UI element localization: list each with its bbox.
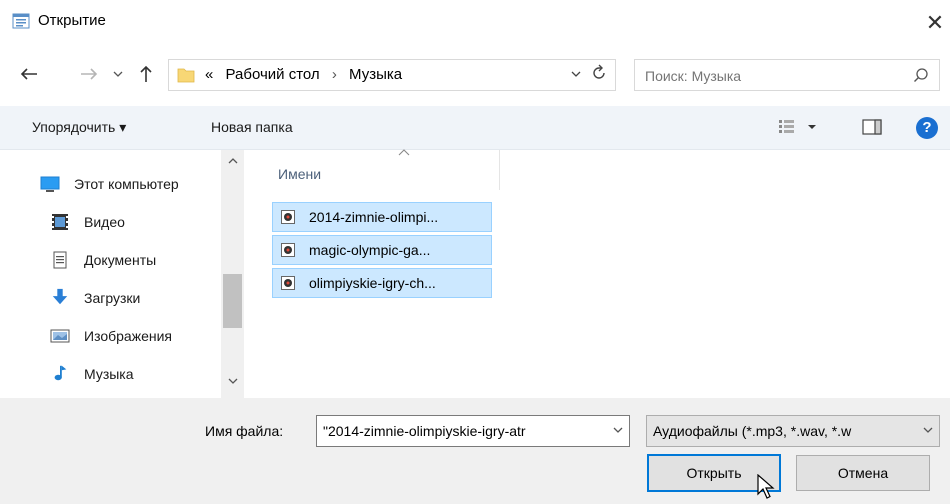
up-button[interactable] (134, 60, 158, 88)
help-button[interactable]: ? (916, 117, 938, 139)
chevron-down-icon (613, 427, 623, 433)
refresh-button[interactable] (591, 64, 607, 87)
recent-locations-button[interactable] (110, 60, 126, 88)
breadcrumb-overflow[interactable]: « (205, 66, 213, 83)
cancel-button[interactable]: Отмена (796, 455, 930, 491)
computer-icon (40, 176, 60, 192)
sidebar-item-music[interactable]: Музыка (0, 356, 220, 392)
navigation-scrollbar[interactable] (221, 150, 244, 398)
documents-icon (53, 251, 67, 269)
dialog-footer: Имя файла: "2014-zimnie-olimpiyskie-igry… (0, 398, 950, 504)
audio-file-icon (281, 276, 295, 290)
file-name: magic-olympic-ga... (309, 242, 431, 258)
music-icon (54, 365, 67, 381)
filetype-select[interactable]: Аудиофайлы (*.mp3, *.wav, *.w (646, 415, 940, 447)
audio-file-icon (281, 210, 295, 224)
scroll-down-button[interactable] (221, 374, 244, 394)
file-item[interactable]: olimpiyskie-igry-ch... (272, 268, 492, 298)
file-name: 2014-zimnie-olimpi... (309, 209, 439, 225)
search-box[interactable] (634, 59, 940, 91)
filename-input[interactable]: "2014-zimnie-olimpiyskie-igry-atr (323, 423, 603, 439)
images-icon (50, 329, 70, 343)
file-item[interactable]: magic-olympic-ga... (272, 235, 492, 265)
cancel-button-label: Отмена (837, 465, 889, 481)
command-bar: Упорядочить ▾ Новая папка ? (0, 106, 950, 150)
window-title: Открытие (38, 12, 106, 29)
chevron-down-icon (923, 427, 933, 433)
chevron-up-icon (228, 158, 237, 164)
organize-button[interactable]: Упорядочить ▾ (32, 119, 126, 136)
scroll-thumb[interactable] (223, 274, 242, 328)
filetype-dropdown-button[interactable] (923, 423, 933, 437)
mouse-pointer-icon (757, 474, 775, 499)
filename-dropdown-button[interactable] (613, 423, 623, 437)
sort-ascending-icon (398, 148, 410, 160)
sidebar-item-video[interactable]: Видео (0, 204, 220, 240)
folder-icon (177, 68, 195, 83)
sidebar-item-label: Видео (84, 214, 125, 230)
view-options-button[interactable] (778, 118, 820, 139)
breadcrumb-music[interactable]: Музыка (349, 66, 402, 83)
video-icon (52, 214, 68, 230)
column-header-label: Имени (278, 166, 322, 182)
arrow-right-icon (81, 68, 98, 80)
scroll-up-button[interactable] (221, 154, 244, 174)
sidebar-item-documents[interactable]: Документы (0, 242, 220, 278)
filetype-value: Аудиофайлы (*.mp3, *.wav, *.w (653, 423, 852, 439)
sidebar-item-label: Изображения (84, 328, 172, 344)
sidebar-item-images[interactable]: Изображения (0, 318, 220, 354)
preview-pane-button[interactable] (862, 118, 882, 139)
navigation-pane: Этот компьютер Видео Документы Загрузки … (0, 150, 244, 398)
arrow-up-icon (140, 65, 152, 82)
title-bar: Открытие ✕ (0, 0, 950, 46)
search-icon (914, 68, 928, 82)
filename-label: Имя файла: (205, 423, 284, 439)
back-button[interactable] (16, 60, 42, 88)
file-name: olimpiyskie-igry-ch... (309, 275, 436, 291)
address-dropdown-button[interactable] (571, 66, 581, 81)
sidebar-item-label: Музыка (84, 366, 134, 382)
navigation-row: « Рабочий стол › Музыка (0, 52, 950, 98)
file-list: Имени 2014-zimnie-olimpi... magic-olympi… (244, 148, 950, 398)
audio-file-icon (281, 243, 295, 257)
close-icon: ✕ (925, 10, 945, 35)
breadcrumb: « Рабочий стол › Музыка (205, 66, 402, 83)
sidebar-item-label: Загрузки (84, 290, 141, 306)
search-input[interactable] (645, 66, 895, 86)
forward-button[interactable] (76, 60, 102, 88)
preview-pane-icon (862, 119, 882, 135)
address-bar[interactable]: « Рабочий стол › Музыка (168, 59, 616, 91)
chevron-down-icon (571, 71, 581, 77)
chevron-down-icon (228, 378, 237, 384)
filename-combobox[interactable]: "2014-zimnie-olimpiyskie-igry-atr (316, 415, 630, 447)
sidebar-item-label: Документы (84, 252, 157, 268)
file-item[interactable]: 2014-zimnie-olimpi... (272, 202, 492, 232)
column-header-name[interactable]: Имени (270, 148, 500, 190)
close-button[interactable]: ✕ (920, 0, 950, 46)
downloads-icon (52, 288, 68, 305)
open-dialog-icon (12, 13, 30, 29)
view-grid-icon (779, 120, 816, 133)
new-folder-button[interactable]: Новая папка (211, 119, 293, 135)
chevron-down-icon (113, 71, 123, 77)
sidebar-item-this-pc[interactable]: Этот компьютер (0, 166, 220, 202)
sidebar-item-label: Этот компьютер (74, 176, 179, 192)
breadcrumb-separator[interactable]: › (332, 66, 337, 83)
sidebar-item-downloads[interactable]: Загрузки (0, 280, 220, 316)
breadcrumb-desktop[interactable]: Рабочий стол (226, 66, 320, 83)
refresh-icon (593, 64, 605, 79)
arrow-left-icon (20, 68, 37, 80)
